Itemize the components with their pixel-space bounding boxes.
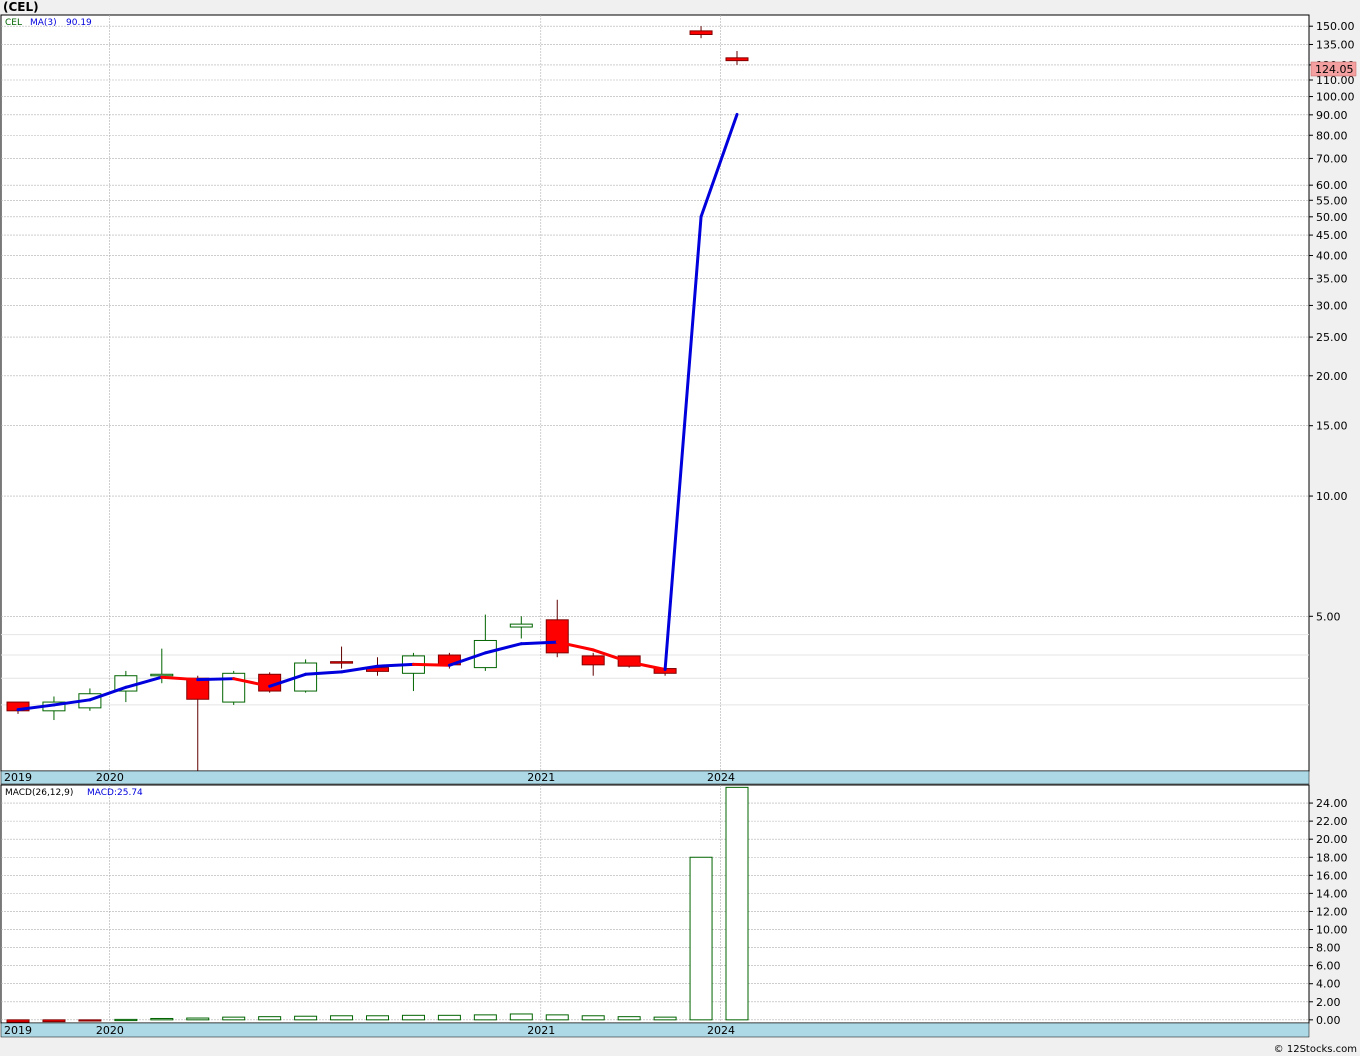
candle-body [725,57,749,62]
macd-bar [294,1015,318,1021]
candle-body [689,30,713,35]
macd-bar [545,1014,569,1021]
legend-ma-label: MA(3) [30,18,57,28]
macd-tick-label: 4.00 [1316,978,1341,991]
ma-segment [376,662,415,668]
price-tick-label: 60.00 [1316,179,1348,192]
macd-bar [509,1013,533,1021]
ma-segment [519,640,559,646]
macd-bar [258,1016,282,1021]
macd-tick-label: 10.00 [1316,924,1348,937]
x-year-label: 2021 [527,1024,555,1037]
x-year-label: 2021 [527,771,555,784]
macd-legend-label: MACD(26,12,9) [5,788,73,798]
macd-panel [0,784,1310,1024]
candle-body [545,619,569,654]
price-y-axis: 150.00135.00120.00110.00100.0090.0080.00… [1309,20,1355,623]
macd-tick-label: 2.00 [1316,996,1341,1009]
last-price-label: 124.05 [1315,63,1354,76]
price-tick-label: 55.00 [1316,194,1348,207]
macd-tick-label: 8.00 [1316,942,1341,955]
chart-title: (CEL) [3,0,39,14]
price-legend: CEL MA(3) 90.19 [5,18,92,28]
x-year-label: 2019 [4,1024,32,1037]
price-tick-label: 100.00 [1316,91,1355,104]
macd-bar [581,1015,605,1021]
candle-body [509,623,533,628]
macd-bar [222,1016,246,1021]
macd-tick-label: 6.00 [1316,960,1341,973]
x-year-label: 2019 [4,771,32,784]
macd-bar [186,1017,210,1021]
candle-body [150,673,174,677]
macd-y-axis: 24.00 22.00 20.00 18.00 16.00 14.00 12.00 10.00… [1309,797,1348,1027]
price-tick-label: 10.00 [1316,490,1348,503]
price-tick-label: 20.00 [1316,370,1348,383]
price-tick-label: 135.00 [1316,38,1355,51]
stock-chart: (CEL) 150.00135.00120.00110.00100.0090.0… [0,0,1357,1055]
macd-bar [653,1016,677,1021]
macd-bar [725,786,749,1021]
macd-bar [473,1014,497,1021]
price-tick-label: 80.00 [1316,129,1348,142]
x-year-label: 2024 [707,771,735,784]
macd-bar [437,1014,461,1021]
macd-tick-label: 14.00 [1316,887,1348,900]
price-tick-label: 70.00 [1316,152,1348,165]
price-panel [0,14,1310,772]
macd-tick-label: 24.00 [1316,797,1348,810]
macd-tick-label: 20.00 [1316,833,1348,846]
candle-body [186,677,210,700]
price-tick-label: 45.00 [1316,229,1348,242]
credit-text: © 12Stocks.com [1274,1044,1357,1055]
price-tick-label: 15.00 [1316,420,1348,433]
legend-ma-value: 90.19 [66,18,92,28]
legend-symbol: CEL [5,18,22,28]
price-tick-label: 35.00 [1316,273,1348,286]
price-tick-label: 50.00 [1316,211,1348,224]
price-tick-label: 40.00 [1316,250,1348,263]
ma-segment [411,662,451,667]
macd-bar [330,1015,354,1021]
candle-body [330,661,354,664]
last-price-tag: 124.05 [1310,61,1357,77]
ma-segment [196,677,236,682]
macd-bar [401,1014,425,1021]
price-tick-label: 5.00 [1316,610,1341,623]
macd-bar [114,1018,138,1022]
macd-bar [150,1017,174,1021]
price-tick-label: 150.00 [1316,20,1355,33]
macd-bar [6,1019,30,1023]
macd-bar [366,1015,389,1021]
x-year-label: 2020 [96,1024,124,1037]
macd-tick-label: 0.00 [1316,1014,1341,1027]
macd-x-axis-band [0,1022,1310,1038]
candle-body [581,655,605,666]
price-tick-label: 25.00 [1316,331,1348,344]
macd-tick-label: 22.00 [1316,815,1348,828]
price-x-axis-band [0,770,1310,785]
price-tick-label: 30.00 [1316,299,1348,312]
macd-legend-value: MACD:25.74 [87,788,143,798]
macd-bar [78,1019,102,1022]
macd-bar [42,1019,66,1023]
macd-bar [689,856,713,1021]
price-tick-label: 90.00 [1316,109,1348,122]
macd-tick-label: 18.00 [1316,851,1348,864]
x-year-label: 2024 [707,1024,735,1037]
macd-bar [617,1016,641,1021]
macd-tick-label: 12.00 [1316,905,1348,918]
macd-tick-label: 16.00 [1316,869,1348,882]
x-year-label: 2020 [96,771,124,784]
